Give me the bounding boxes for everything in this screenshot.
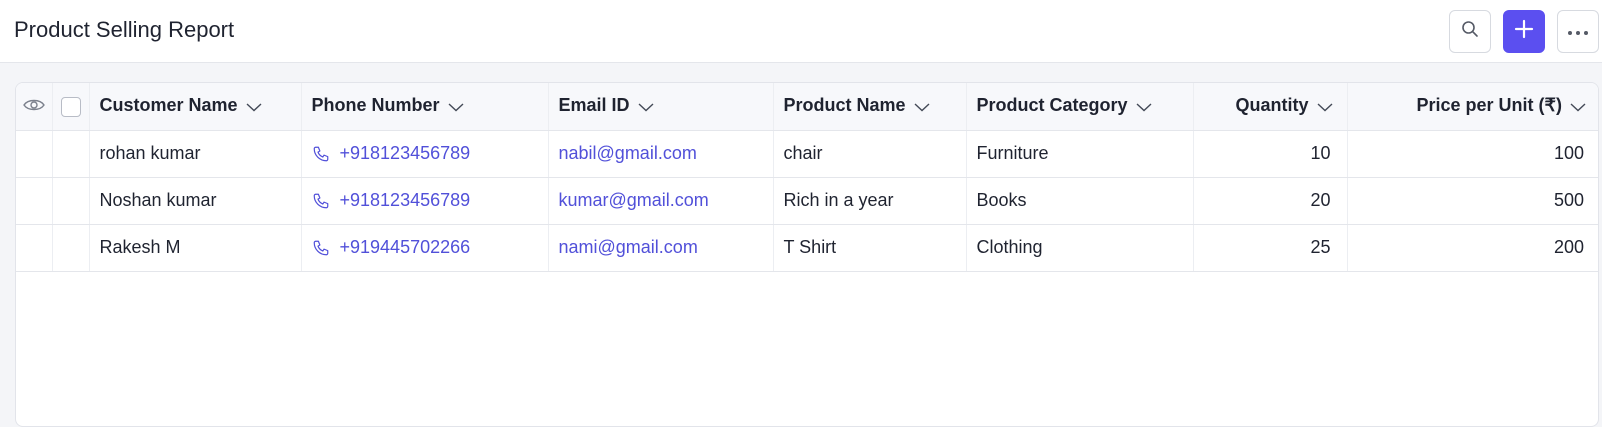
phone-icon <box>312 239 330 257</box>
email-link[interactable]: nami@gmail.com <box>548 224 774 272</box>
phone-number-cell[interactable]: +918123456789 <box>301 177 549 225</box>
table-row[interactable]: Rakesh M +919445702266 nami@gmail.com T … <box>16 224 1598 272</box>
column-header-customer-name[interactable]: Customer Name <box>89 83 302 131</box>
table-header-row: Customer Name Phone Number Email ID Prod… <box>16 83 1598 131</box>
chevron-down-icon[interactable] <box>1136 96 1152 117</box>
price-cell: 200 <box>1347 224 1598 272</box>
chevron-down-icon[interactable] <box>638 96 654 117</box>
phone-number-link[interactable]: +919445702266 <box>340 237 471 258</box>
column-header-phone-number[interactable]: Phone Number <box>301 83 549 131</box>
row-select-cell[interactable] <box>52 177 90 225</box>
column-header-product-name[interactable]: Product Name <box>773 83 967 131</box>
search-button[interactable] <box>1449 10 1491 53</box>
report-table-panel: Customer Name Phone Number Email ID Prod… <box>15 82 1599 427</box>
search-icon <box>1461 20 1479 43</box>
row-action-cell <box>16 177 53 225</box>
add-button[interactable] <box>1503 10 1545 53</box>
page-title: Product Selling Report <box>14 17 235 42</box>
select-all-checkbox-cell[interactable] <box>52 83 90 131</box>
phone-icon <box>312 192 330 210</box>
customer-name-cell: Noshan kumar <box>89 177 302 225</box>
table-row[interactable]: Noshan kumar +918123456789 kumar@gmail.c… <box>16 177 1598 225</box>
chevron-down-icon[interactable] <box>1317 96 1333 117</box>
row-select-cell[interactable] <box>52 224 90 272</box>
product-name-cell: T Shirt <box>773 224 967 272</box>
table-row[interactable]: rohan kumar +918123456789 nabil@gmail.co… <box>16 130 1598 178</box>
more-options-button[interactable] <box>1557 10 1599 53</box>
chevron-down-icon[interactable] <box>914 96 930 117</box>
select-all-checkbox[interactable] <box>60 96 81 117</box>
price-cell: 100 <box>1347 130 1598 178</box>
quantity-cell: 10 <box>1193 130 1348 178</box>
chevron-down-icon[interactable] <box>448 96 464 117</box>
column-header-quantity[interactable]: Quantity <box>1193 83 1348 131</box>
top-bar: Product Selling Report <box>0 0 1602 63</box>
phone-number-link[interactable]: +918123456789 <box>340 143 471 164</box>
price-cell: 500 <box>1347 177 1598 225</box>
product-name-cell: Rich in a year <box>773 177 967 225</box>
chevron-down-icon[interactable] <box>1570 96 1586 117</box>
row-action-cell <box>16 224 53 272</box>
column-header-product-category[interactable]: Product Category <box>966 83 1194 131</box>
email-link[interactable]: nabil@gmail.com <box>548 130 774 178</box>
column-visibility-toggle[interactable] <box>16 83 53 131</box>
column-header-price-per-unit[interactable]: Price per Unit (₹) <box>1347 83 1598 131</box>
column-header-email-id[interactable]: Email ID <box>548 83 774 131</box>
phone-number-link[interactable]: +918123456789 <box>340 190 471 211</box>
plus-icon <box>1514 19 1534 44</box>
quantity-cell: 25 <box>1193 224 1348 272</box>
email-link[interactable]: kumar@gmail.com <box>548 177 774 225</box>
product-category-cell: Books <box>966 177 1194 225</box>
customer-name-cell: rohan kumar <box>89 130 302 178</box>
phone-number-cell[interactable]: +918123456789 <box>301 130 549 178</box>
more-horizontal-icon <box>1567 23 1589 41</box>
quantity-cell: 20 <box>1193 177 1348 225</box>
product-category-cell: Clothing <box>966 224 1194 272</box>
row-select-cell[interactable] <box>52 130 90 178</box>
phone-icon <box>312 145 330 163</box>
chevron-down-icon[interactable] <box>246 96 262 117</box>
eye-icon <box>22 96 45 116</box>
row-action-cell <box>16 130 53 178</box>
product-category-cell: Furniture <box>966 130 1194 178</box>
phone-number-cell[interactable]: +919445702266 <box>301 224 549 272</box>
product-name-cell: chair <box>773 130 967 178</box>
customer-name-cell: Rakesh M <box>89 224 302 272</box>
report-table: Customer Name Phone Number Email ID Prod… <box>16 83 1598 272</box>
